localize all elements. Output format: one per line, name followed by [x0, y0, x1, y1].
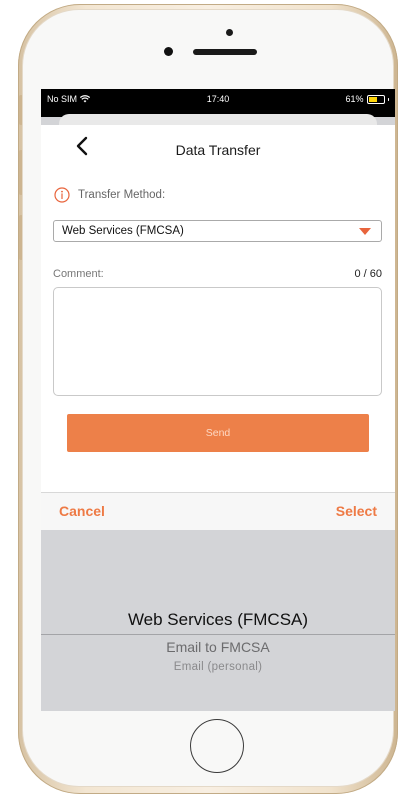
send-button[interactable]: Send	[67, 414, 369, 452]
transfer-method-select[interactable]: Web Services (FMCSA)	[53, 220, 382, 242]
page-title: Data Transfer	[175, 142, 261, 158]
picker-option-web-services[interactable]: Web Services (FMCSA)	[41, 610, 395, 630]
battery-tip	[387, 97, 389, 101]
picker-option-email-personal[interactable]: Email (personal)	[41, 661, 395, 673]
front-camera	[226, 29, 233, 36]
battery-fill	[368, 96, 378, 102]
clock: 17:40	[206, 94, 230, 104]
info-circle-icon[interactable]	[54, 187, 70, 203]
transfer-method-picker[interactable]: Web Services (FMCSA) Email to FMCSA Emai…	[41, 530, 395, 711]
battery-icon	[366, 94, 385, 104]
transfer-method-label-row: Transfer Method:	[54, 187, 165, 203]
comment-char-counter: 0 / 60	[354, 268, 382, 280]
status-bar: No SIM 17:40 61%	[41, 89, 395, 117]
nav-header: Data Transfer	[41, 125, 395, 169]
data-transfer-sheet: Data Transfer Transfer Method: Web Servi…	[41, 125, 395, 492]
picker-select-button[interactable]: Select	[336, 503, 377, 519]
picker-cancel-button[interactable]: Cancel	[59, 503, 105, 519]
caret-down-icon	[359, 228, 371, 235]
picker-selection-line	[41, 634, 395, 635]
battery-status: 61%	[345, 94, 389, 104]
home-button[interactable]	[190, 719, 244, 773]
proximity-sensor	[164, 47, 173, 56]
transfer-method-value: Web Services (FMCSA)	[62, 225, 184, 237]
picker-option-email-fmcsa[interactable]: Email to FMCSA	[41, 639, 395, 655]
battery-percent: 61%	[345, 94, 364, 104]
comment-field[interactable]	[53, 287, 382, 396]
picker-toolbar: Cancel Select	[41, 492, 395, 531]
screen: No SIM 17:40 61% Data Transfer Transfer …	[41, 89, 395, 711]
earpiece-speaker	[193, 49, 257, 55]
transfer-method-label: Transfer Method:	[78, 189, 166, 201]
comment-label: Comment:	[53, 268, 104, 280]
